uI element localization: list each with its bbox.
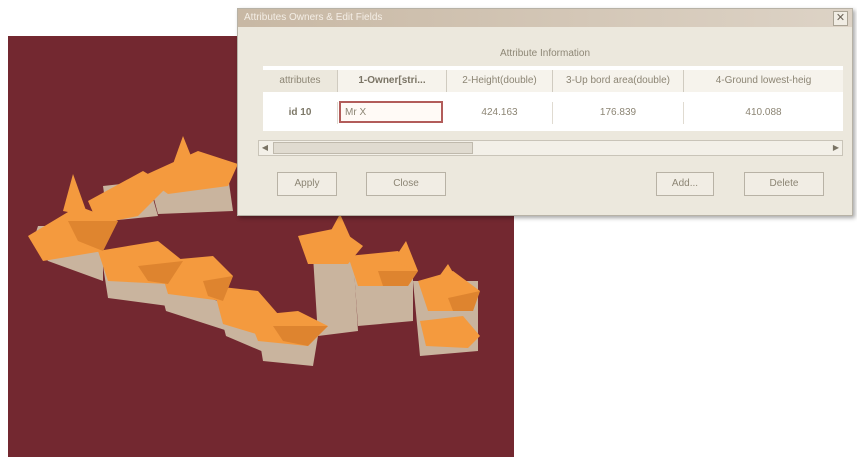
delete-button[interactable]: Delete xyxy=(744,172,824,196)
add-button[interactable]: Add... xyxy=(656,172,714,196)
column-header-ground[interactable]: 4-Ground lowest-heig xyxy=(684,70,843,92)
scroll-thumb[interactable] xyxy=(273,142,473,154)
dialog-title: Attributes Owners & Edit Fields xyxy=(244,12,383,23)
dialog-titlebar[interactable]: Attributes Owners & Edit Fields ✕ xyxy=(238,9,852,27)
scroll-left-icon[interactable]: ◀ xyxy=(259,141,271,155)
owner-input[interactable] xyxy=(339,101,443,123)
apply-button[interactable]: Apply xyxy=(277,172,337,196)
row-id-cell: id 10 xyxy=(263,102,338,124)
area-cell[interactable]: 176.839 xyxy=(553,102,684,124)
column-header-attributes[interactable]: attributes xyxy=(263,70,338,92)
close-button[interactable]: Close xyxy=(366,172,446,196)
column-header-area[interactable]: 3-Up bord area(double) xyxy=(553,70,684,92)
column-header-owner[interactable]: 1-Owner[stri... xyxy=(338,70,447,92)
attributes-dialog: Attributes Owners & Edit Fields ✕ Attrib… xyxy=(237,8,853,216)
attribute-table: attributes 1-Owner[stri... 2-Height(doub… xyxy=(263,66,843,131)
scroll-right-icon[interactable]: ▶ xyxy=(830,141,842,155)
attribute-info-caption: Attribute Information xyxy=(499,48,591,59)
close-icon[interactable]: ✕ xyxy=(833,11,848,26)
column-header-height[interactable]: 2-Height(double) xyxy=(447,70,553,92)
horizontal-scrollbar[interactable]: ◀ ▶ xyxy=(258,140,843,156)
ground-cell[interactable]: 410.088 xyxy=(684,102,843,124)
height-cell[interactable]: 424.163 xyxy=(447,102,553,124)
